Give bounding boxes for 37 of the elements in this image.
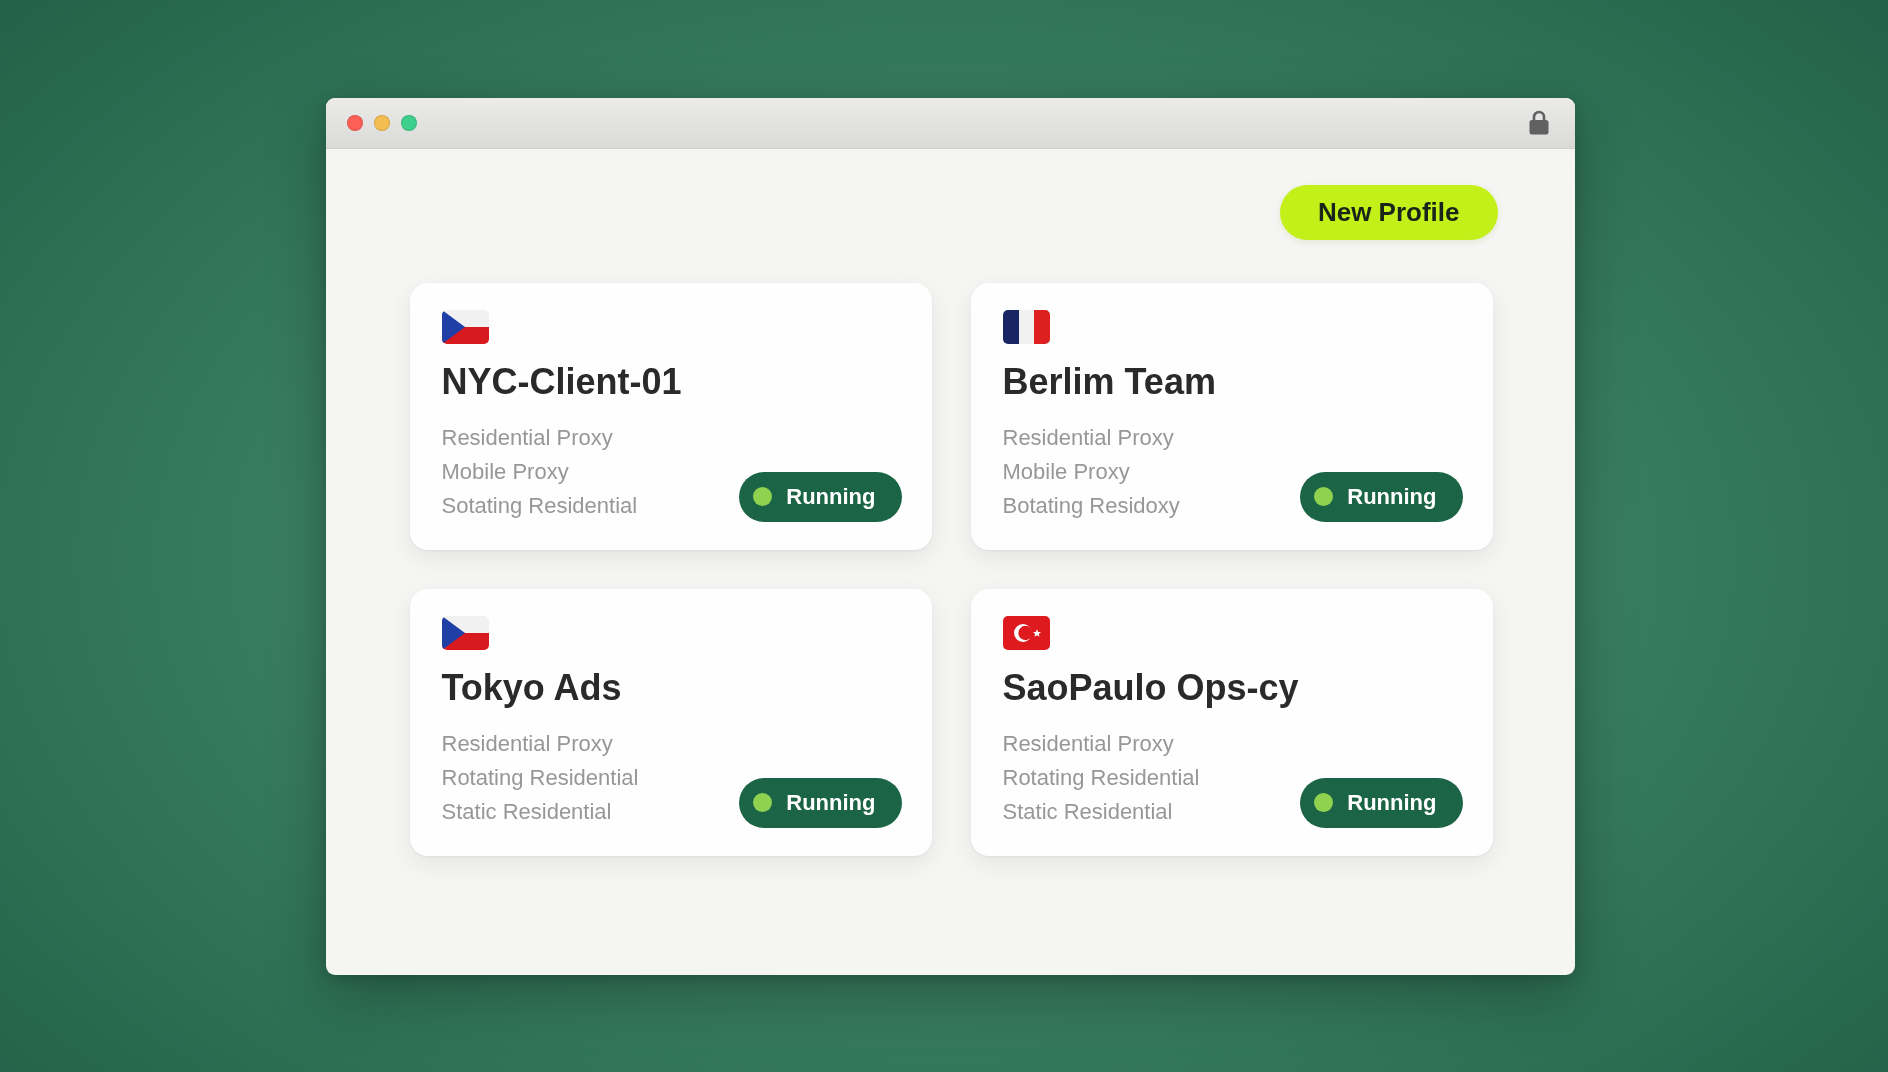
status-dot-icon [753, 487, 773, 506]
profile-name: SaoPaulo Ops-cy [1002, 665, 1299, 710]
window-close-button[interactable] [346, 114, 363, 131]
profile-card[interactable]: Tokyo Ads Residential Proxy Rotating Residential Static Residential Running [409, 588, 932, 856]
lock-icon [1528, 110, 1549, 135]
proxy-type-label: Residential Proxy [441, 729, 613, 758]
proxy-type-label: Mobile Proxy [1002, 457, 1130, 486]
proxy-type-label: Static Residential [441, 797, 612, 826]
proxy-type-label: Static Residential [1002, 797, 1173, 826]
status-dot-icon [753, 793, 773, 812]
profile-card[interactable]: Berlim Team Residential Proxy Mobile Proxy Botating Residoxy Running [970, 282, 1493, 550]
proxy-type-label: Residential Proxy [441, 423, 613, 452]
status-dot-icon [1314, 793, 1334, 812]
profile-card[interactable]: NYC-Client-01 Residential Proxy Mobile Proxy Sotating Residential Running [409, 282, 932, 550]
status-dot-icon [1314, 487, 1334, 506]
proxy-type-label: Residential Proxy [1002, 423, 1174, 452]
proxy-type-label: Residential Proxy [1002, 729, 1174, 758]
czech-flag-icon [441, 615, 489, 650]
window-zoom-button[interactable] [400, 114, 417, 131]
status-badge: Running [1300, 777, 1463, 828]
profile-name: Tokyo Ads [441, 665, 622, 710]
profile-name: NYC-Client-01 [441, 359, 682, 404]
status-badge: Running [739, 471, 902, 522]
proxy-type-label: Sotating Residential [441, 491, 638, 520]
turkish-flag-icon [1002, 615, 1050, 650]
proxy-type-label: Botating Residoxy [1002, 491, 1180, 520]
profile-card[interactable]: SaoPaulo Ops-cy Residential Proxy Rotating Residential Static Residential Running [970, 588, 1493, 856]
new-profile-button[interactable]: New Profile [1279, 184, 1498, 240]
status-badge: Running [1300, 471, 1463, 522]
proxy-type-label: Rotating Residential [441, 763, 639, 792]
french-flag-icon [1002, 309, 1050, 344]
czech-flag-icon [441, 309, 489, 344]
proxy-type-label: Rotating Residential [1002, 763, 1200, 792]
profile-name: Berlim Team [1002, 359, 1216, 404]
window-minimize-button[interactable] [373, 114, 390, 131]
status-badge: Running [739, 777, 902, 828]
proxy-type-label: Mobile Proxy [441, 457, 569, 486]
